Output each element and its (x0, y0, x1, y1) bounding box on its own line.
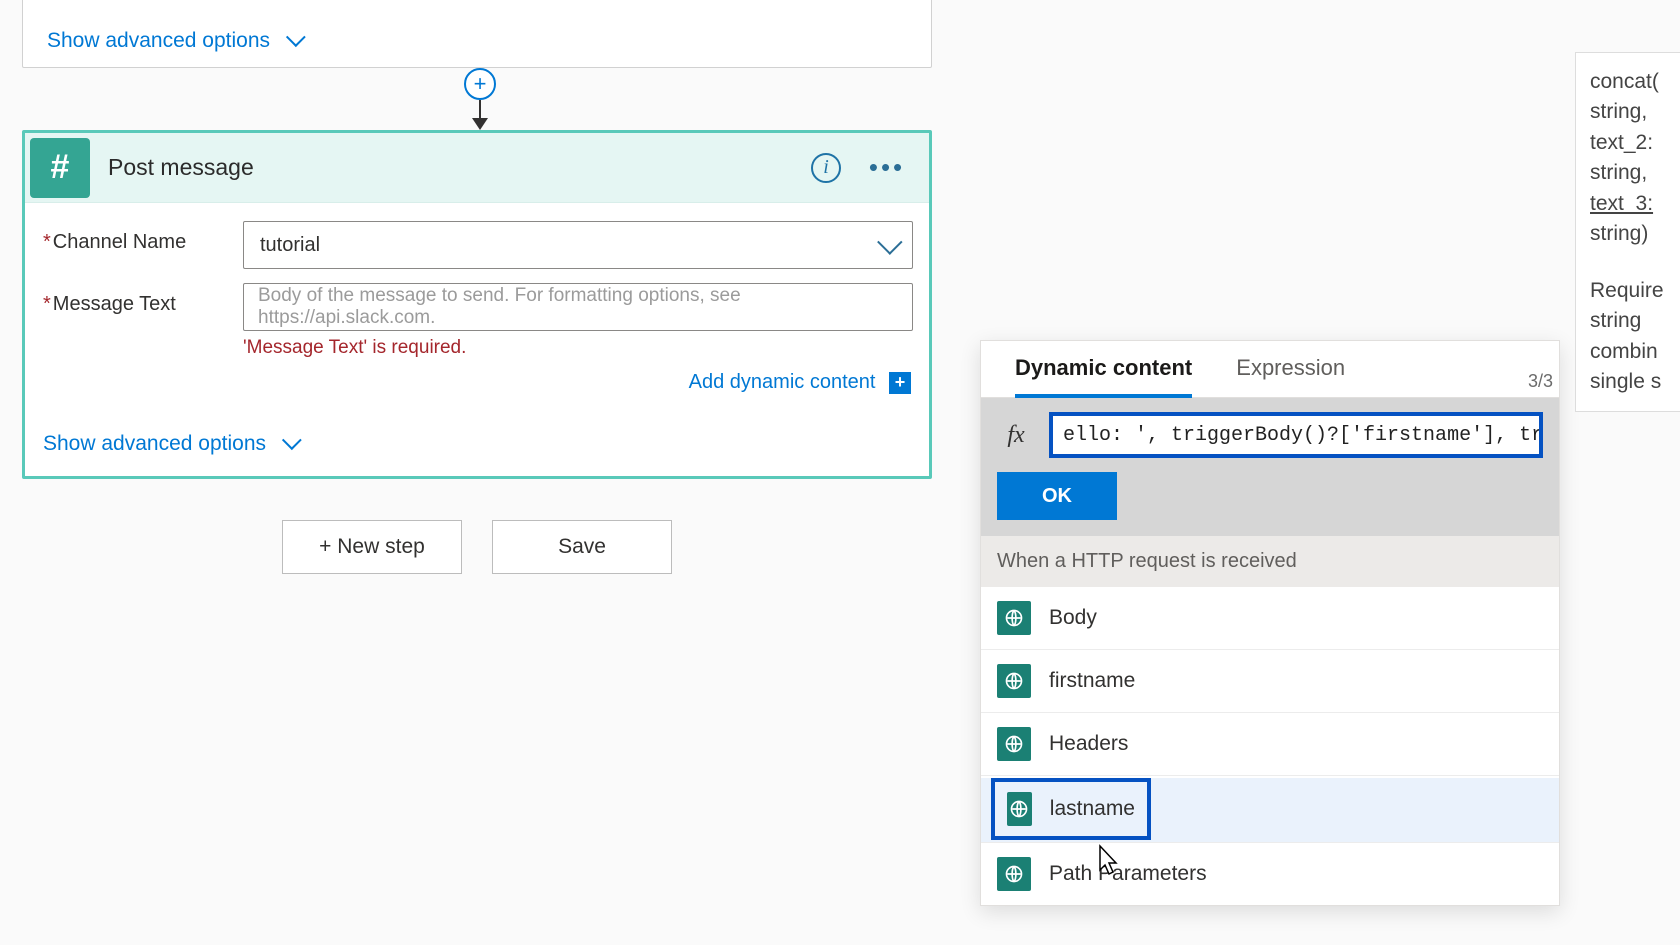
dc-tabs: Dynamic content Expression 3/3 (981, 341, 1559, 398)
ok-row: OK (981, 472, 1559, 536)
new-step-button[interactable]: + New step (282, 520, 462, 574)
dc-item-lastname[interactable]: lastname (991, 778, 1151, 840)
http-trigger-icon (997, 857, 1031, 891)
dc-item-label: Path Parameters (1049, 862, 1207, 886)
fx-icon: fx (997, 412, 1035, 458)
arrow-down-icon (472, 118, 488, 130)
required-star: * (43, 293, 51, 315)
chevron-down-icon (286, 27, 306, 47)
channel-selected-value: tutorial (260, 234, 320, 257)
tip-line: string (1590, 306, 1680, 336)
dc-item-label: Headers (1049, 732, 1128, 756)
http-trigger-icon (997, 727, 1031, 761)
expression-row: fx ello: ', triggerBody()?['firstname'],… (981, 398, 1559, 472)
step-connector: + (462, 68, 498, 130)
tip-line: combin (1590, 337, 1680, 367)
dc-item-firstname[interactable]: firstname (981, 650, 1559, 713)
footer-buttons: + New step Save (282, 520, 672, 574)
dc-item-body[interactable]: Body (981, 587, 1559, 650)
dc-item-label: lastname (1050, 797, 1135, 821)
add-step-inline-button[interactable]: + (464, 68, 496, 100)
expression-text: ello: ', triggerBody()?['firstname'], tr… (1063, 424, 1543, 447)
more-icon[interactable]: ••• (867, 152, 907, 183)
http-trigger-icon (1007, 792, 1032, 826)
function-tooltip: concat( string, text_2: string, text_3: … (1575, 52, 1680, 412)
tip-line: Require (1590, 276, 1680, 306)
page-counter: 3/3 (1528, 371, 1553, 392)
tip-line: text_2: (1590, 128, 1680, 158)
show-advanced-options-link[interactable]: Show advanced options (43, 432, 296, 456)
add-dc-label: Add dynamic content (689, 371, 876, 393)
expression-input[interactable]: ello: ', triggerBody()?['firstname'], tr… (1049, 412, 1543, 458)
ok-label: OK (1042, 485, 1072, 508)
message-text-row: *Message Text Body of the message to sen… (43, 283, 913, 394)
message-placeholder: Body of the message to send. For formatt… (258, 285, 898, 329)
tip-line: concat( (1590, 67, 1680, 97)
tip-line: string, (1590, 158, 1680, 188)
info-icon[interactable]: i (811, 153, 841, 183)
dc-section-header: When a HTTP request is received (981, 536, 1559, 587)
card-header[interactable]: # Post message i ••• (25, 133, 929, 203)
new-step-label: + New step (319, 535, 425, 559)
save-label: Save (558, 535, 606, 559)
dynamic-content-popup: Dynamic content Expression 3/3 fx ello: … (980, 340, 1560, 906)
chevron-down-icon (877, 229, 902, 254)
show-adv-label: Show advanced options (43, 432, 266, 455)
post-message-card: # Post message i ••• *Channel Name tutor… (22, 130, 932, 479)
tip-line: single s (1590, 367, 1680, 397)
tip-line: text_3: (1590, 189, 1680, 219)
dc-item-headers[interactable]: Headers (981, 713, 1559, 776)
channel-name-row: *Channel Name tutorial (43, 221, 913, 269)
message-label-text: Message Text (53, 293, 176, 315)
tip-line: string) (1590, 219, 1680, 249)
dc-item-label: firstname (1049, 669, 1135, 693)
dc-item-label: Body (1049, 606, 1097, 630)
message-error-text: 'Message Text' is required. (243, 337, 913, 359)
show-advanced-options-link[interactable]: Show advanced options (47, 29, 300, 53)
http-trigger-icon (997, 601, 1031, 635)
required-star: * (43, 231, 51, 253)
card-body: *Channel Name tutorial *Message Text Bod… (25, 203, 929, 476)
dc-item-path-parameters[interactable]: Path Parameters (981, 843, 1559, 905)
previous-action-card: Show advanced options (22, 0, 932, 68)
ok-button[interactable]: OK (997, 472, 1117, 520)
hash-glyph: # (51, 148, 70, 187)
channel-name-label: *Channel Name (43, 221, 243, 254)
tab-dynamic-content[interactable]: Dynamic content (1015, 355, 1192, 397)
slack-channel-icon: # (30, 138, 90, 198)
tab-expression[interactable]: Expression (1236, 355, 1345, 397)
show-adv-label: Show advanced options (47, 29, 270, 52)
channel-label-text: Channel Name (53, 231, 186, 253)
channel-name-select[interactable]: tutorial (243, 221, 913, 269)
connector-stem (479, 100, 481, 118)
save-button[interactable]: Save (492, 520, 672, 574)
dc-item-lastname-row: lastname (981, 778, 1559, 843)
chevron-down-icon (282, 430, 302, 450)
http-trigger-icon (997, 664, 1031, 698)
message-text-input[interactable]: Body of the message to send. For formatt… (243, 283, 913, 331)
tab-dynamic-label: Dynamic content (1015, 355, 1192, 380)
tip-line: string, (1590, 97, 1680, 127)
add-dynamic-content-link[interactable]: Add dynamic content + (689, 371, 911, 393)
message-text-label: *Message Text (43, 283, 243, 316)
tab-expression-label: Expression (1236, 355, 1345, 380)
plus-icon: + (889, 372, 911, 394)
card-title: Post message (108, 154, 811, 181)
